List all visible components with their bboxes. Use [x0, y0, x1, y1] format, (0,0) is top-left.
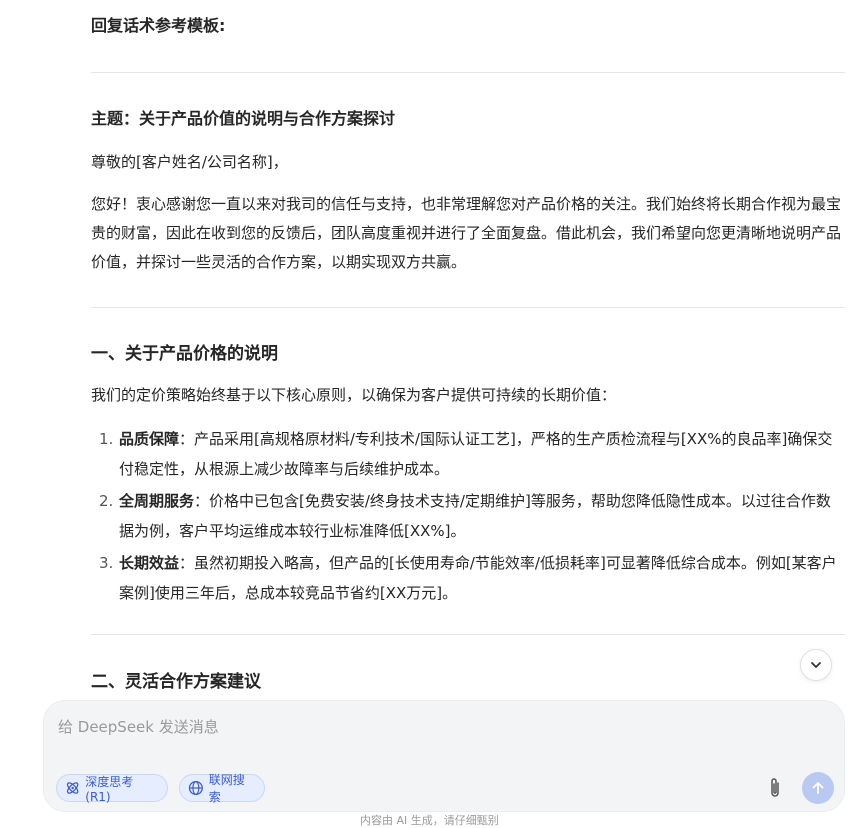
atom-icon: [66, 782, 79, 794]
list-number: 2.: [99, 492, 114, 510]
template-heading: 回复话术参考模板:: [91, 16, 226, 35]
globe-icon: [188, 780, 203, 796]
web-search-toggle[interactable]: 联网搜索: [179, 773, 265, 804]
greeting: 尊敬的[客户姓名/公司名称]，: [91, 153, 288, 171]
deep-think-toggle[interactable]: 深度思考 (R1): [56, 774, 168, 804]
web-search-label: 联网搜索: [208, 773, 245, 804]
list-item-label: 长期效益: [119, 554, 180, 572]
scroll-to-bottom-button[interactable]: [800, 649, 832, 681]
paperclip-icon: [771, 778, 779, 797]
list-item-label: 全周期服务: [119, 492, 195, 510]
deep-think-label: 深度思考 (R1): [85, 774, 134, 804]
divider: [91, 72, 845, 73]
list-number: 3.: [99, 554, 114, 572]
list-item: 3. 长期效益：虽然初期投入略高，但产品的[长使用寿命/节能效率/低损耗率]可显…: [91, 548, 845, 608]
body-paragraph: 您好！衷心感谢您一直以来对我司的信任与支持，也非常理解您对产品价格的关注。我们始…: [91, 195, 842, 271]
list-item-label: 品质保障: [119, 430, 180, 448]
subject-line: 主题：关于产品价值的说明与合作方案探讨: [91, 109, 396, 128]
message-input[interactable]: [58, 715, 798, 739]
message-composer: 深度思考 (R1) 联网搜索: [43, 700, 845, 812]
list-item: 1. 品质保障：产品采用[高规格原材料/专利技术/国际认证工艺]，严格的生产质检…: [91, 424, 845, 484]
section-2-title: 二、灵活合作方案建议: [91, 672, 261, 692]
list-item: 2. 全周期服务：价格中已包含[免费安装/终身技术支持/定期维护]等服务，帮助您…: [91, 486, 845, 546]
arrow-up-icon: [812, 782, 824, 794]
section-1-intro: 我们的定价策略始终基于以下核心原则，以确保为客户提供可持续的长期价值：: [91, 386, 617, 404]
send-button[interactable]: [802, 772, 834, 804]
chevron-down-icon: [811, 662, 821, 668]
divider: [91, 634, 845, 635]
divider: [91, 307, 845, 308]
list-item-text: ：虽然初期投入略高，但产品的[长使用寿命/节能效率/低损耗率]可显著降低综合成本…: [119, 554, 837, 602]
list-item-text: ：产品采用[高规格原材料/专利技术/国际认证工艺]，严格的生产质检流程与[XX%…: [119, 430, 833, 478]
section-1-title: 一、关于产品价格的说明: [91, 344, 278, 364]
list-item-text: ：价格中已包含[免费安装/终身技术支持/定期维护]等服务，帮助您降低隐性成本。以…: [119, 492, 831, 540]
list-number: 1.: [99, 430, 114, 448]
section-1-list: 1. 品质保障：产品采用[高规格原材料/专利技术/国际认证工艺]，严格的生产质检…: [91, 424, 845, 610]
ai-disclaimer: 内容由 AI 生成，请仔细甄别: [360, 814, 499, 827]
attach-file-button[interactable]: [764, 775, 786, 801]
